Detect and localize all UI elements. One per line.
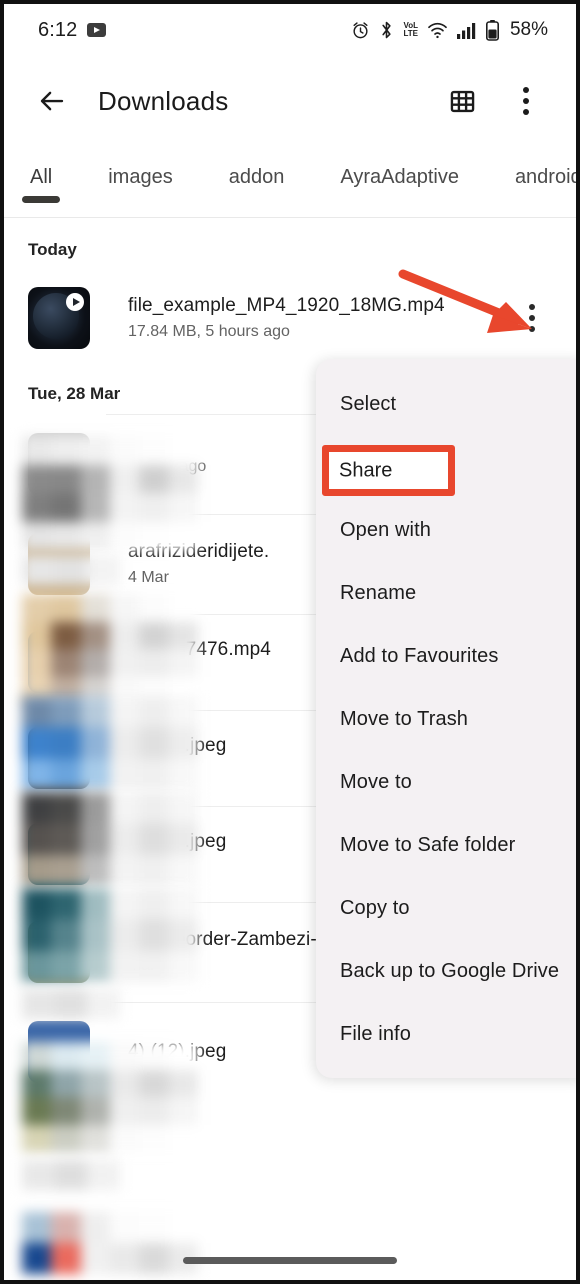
status-bar-right: VoL LTE 58%	[351, 19, 548, 41]
blur-overlay	[22, 696, 198, 790]
more-vertical-icon	[523, 87, 529, 115]
file-row-video[interactable]: file_example_MP4_1920_18MG.mp4 17.84 MB,…	[4, 270, 576, 366]
file-meta: file_example_MP4_1920_18MG.mp4 17.84 MB,…	[128, 295, 512, 341]
phone-screen: 6:12 VoL LTE 58% Downloads All images ad…	[0, 0, 580, 1284]
blur-overlay	[22, 594, 198, 704]
status-bar-clock: 6:12	[38, 18, 78, 41]
menu-item-back-up-to-google-drive[interactable]: Back up to Google Drive	[316, 940, 576, 1003]
grid-view-icon	[450, 90, 474, 112]
blur-overlay	[22, 888, 198, 982]
alarm-icon	[353, 21, 368, 38]
blur-overlay	[22, 1212, 198, 1274]
menu-item-move-to[interactable]: Move to	[316, 751, 576, 814]
home-indicator	[183, 1257, 397, 1264]
file-thumbnail	[28, 287, 90, 349]
menu-item-copy-to[interactable]: Copy to	[316, 877, 576, 940]
status-bar-left: 6:12	[38, 18, 107, 42]
status-bar: 6:12 VoL LTE 58%	[4, 4, 576, 56]
file-name: file_example_MP4_1920_18MG.mp4	[128, 295, 445, 316]
volte-icon: VoL LTE	[403, 21, 418, 38]
tab-selected-indicator	[22, 196, 61, 203]
signal-icon	[456, 22, 476, 39]
tab-android[interactable]: android	[515, 146, 576, 189]
menu-item-file-info[interactable]: File info	[316, 1003, 576, 1066]
app-bar: Downloads	[4, 56, 576, 146]
file-subtitle: 17.84 MB, 5 hours ago	[128, 323, 290, 340]
menu-item-move-to-safe-folder[interactable]: Move to Safe folder	[316, 814, 576, 877]
tab-all[interactable]: All	[22, 146, 61, 203]
highlighted-menu-item-label: Share	[339, 459, 393, 481]
tab-ayraadaptive[interactable]: AyraAdaptive	[340, 146, 459, 189]
menu-item-move-to-trash[interactable]: Move to Trash	[316, 688, 576, 751]
battery-percent: 58%	[509, 19, 548, 40]
menu-item-rename[interactable]: Rename	[316, 562, 576, 625]
row-overflow-menu[interactable]	[512, 290, 552, 346]
play-icon	[66, 293, 84, 311]
back-arrow-icon	[40, 91, 64, 111]
back-button[interactable]	[28, 77, 76, 125]
bluetooth-icon	[382, 21, 392, 39]
blur-overlay	[22, 555, 120, 585]
blur-overlay	[22, 436, 198, 550]
blur-overlay	[22, 1042, 198, 1152]
tab-images[interactable]: images	[108, 146, 172, 189]
wifi-icon	[428, 22, 447, 38]
page-title: Downloads	[98, 85, 229, 116]
app-overflow-menu-button[interactable]	[502, 77, 550, 125]
blur-overlay	[22, 1160, 120, 1190]
menu-item-add-to-favourites[interactable]: Add to Favourites	[316, 625, 576, 688]
battery-icon	[485, 19, 499, 41]
blur-overlay	[22, 989, 120, 1019]
tab-addon[interactable]: addon	[229, 146, 285, 189]
menu-item-open-with[interactable]: Open with	[316, 499, 576, 562]
youtube-icon	[87, 23, 107, 37]
section-header-today: Today	[28, 240, 77, 259]
grid-view-button[interactable]	[438, 77, 486, 125]
blur-overlay	[22, 792, 198, 886]
tab-strip: All images addon AyraAdaptive android Ay…	[4, 146, 576, 218]
menu-item-select[interactable]: Select	[316, 373, 576, 436]
share-highlight-box: Share	[322, 445, 455, 496]
tab-bar[interactable]: All images addon AyraAdaptive android Ay…	[4, 146, 576, 218]
